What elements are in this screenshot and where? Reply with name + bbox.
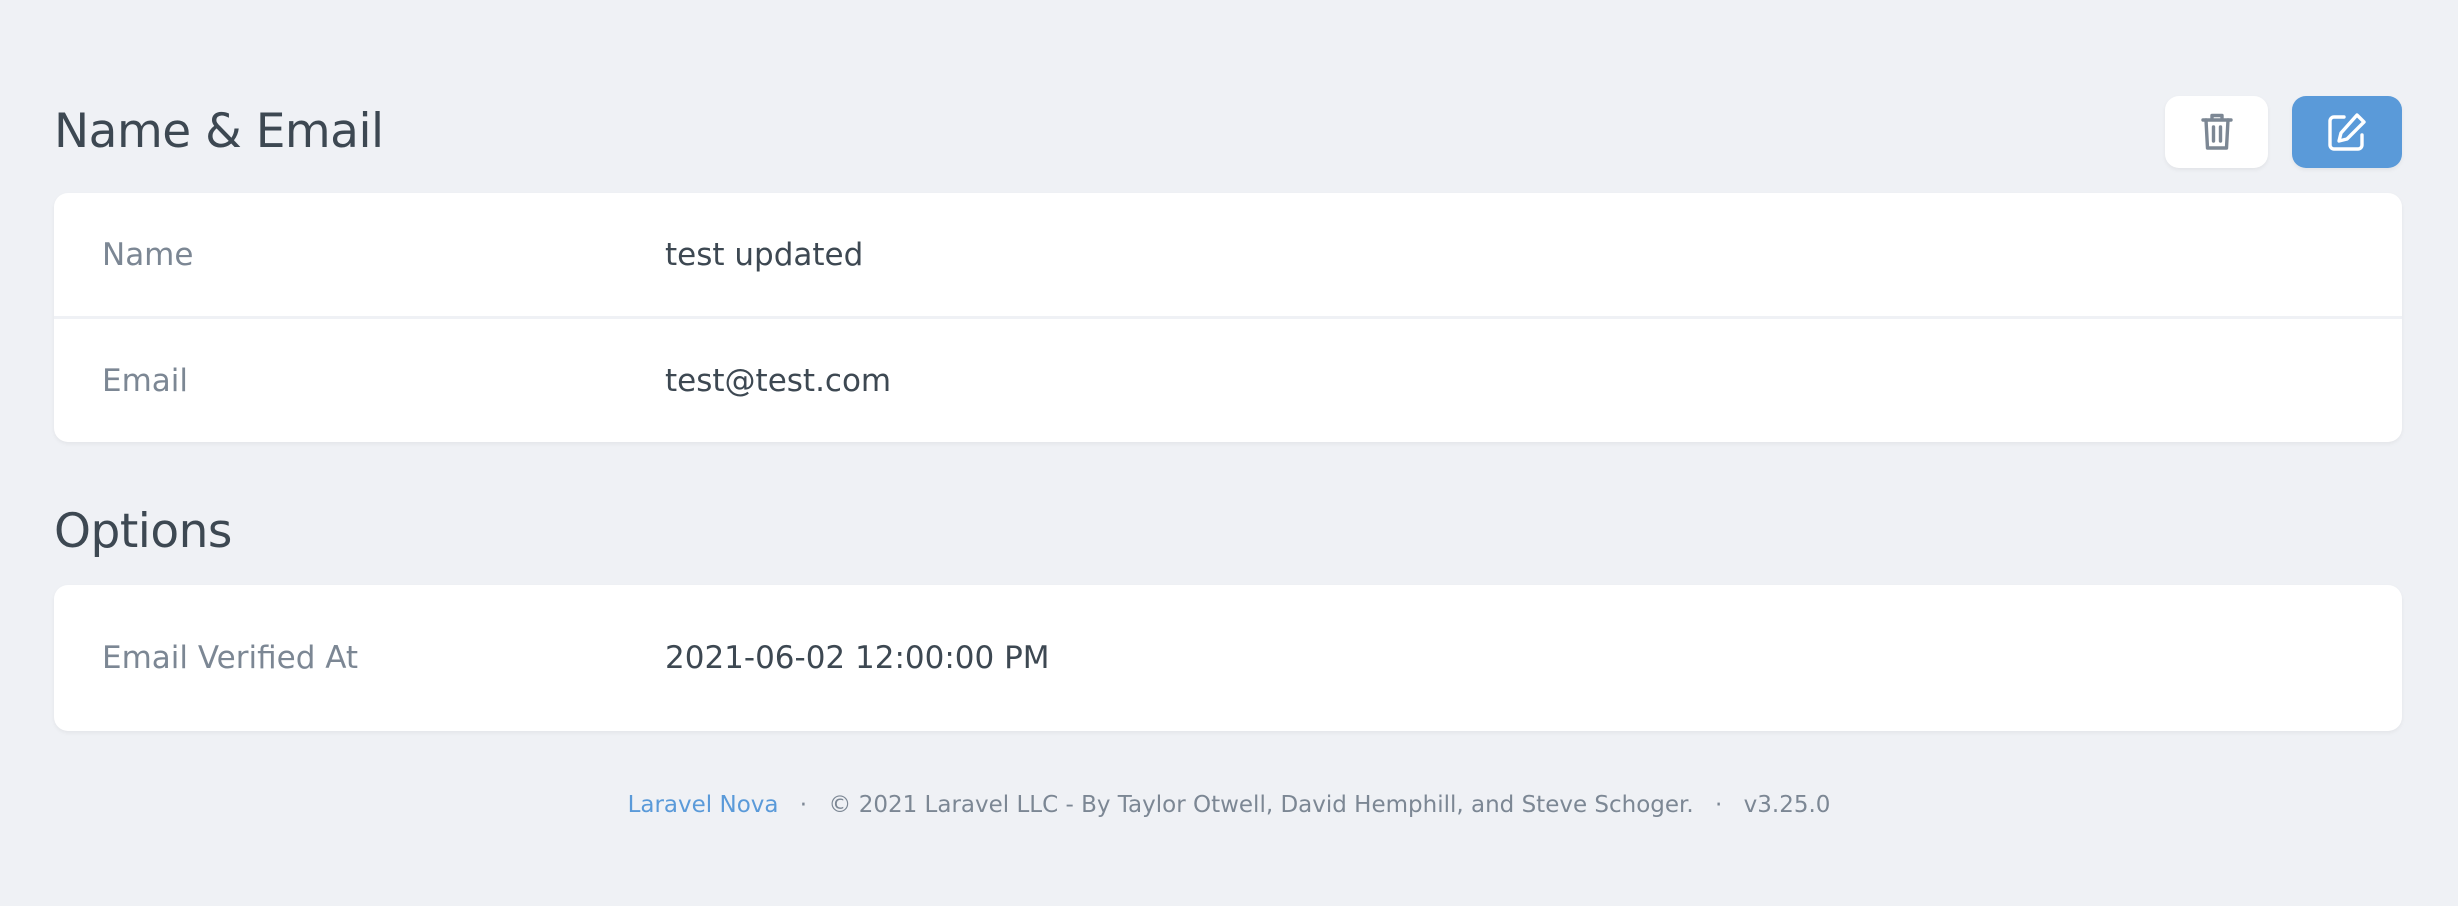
footer: Laravel Nova · © 2021 Laravel LLC - By T…	[0, 792, 2458, 818]
field-value-email-verified-at: 2021-06-02 12:00:00 PM	[665, 640, 1050, 676]
laravel-nova-link[interactable]: Laravel Nova	[628, 792, 779, 818]
field-row-name: Name test updated	[54, 193, 2402, 319]
field-row-email: Email test@test.com	[54, 319, 2402, 442]
field-label-email: Email	[102, 362, 189, 399]
footer-separator: ·	[1715, 792, 1723, 818]
field-value-email: test@test.com	[665, 362, 892, 399]
field-label-email-verified-at: Email Verified At	[102, 640, 359, 676]
name-email-card: Name test updated Email test@test.com	[54, 193, 2402, 442]
options-card: Email Verified At 2021-06-02 12:00:00 PM	[54, 585, 2402, 731]
footer-separator: ·	[799, 792, 808, 818]
delete-button[interactable]	[2165, 96, 2268, 168]
section-title-options: Options	[54, 504, 232, 559]
trash-icon	[2200, 113, 2233, 150]
section-title-name-email: Name & Email	[54, 104, 384, 159]
footer-version: v3.25.0	[1743, 792, 1831, 818]
field-row-email-verified-at: Email Verified At 2021-06-02 12:00:00 PM	[54, 585, 2402, 731]
edit-icon	[2328, 113, 2366, 151]
footer-copyright: © 2021 Laravel LLC - By Taylor Otwell, D…	[828, 792, 1694, 818]
field-label-name: Name	[102, 236, 194, 273]
edit-button[interactable]	[2292, 96, 2402, 168]
resource-detail-page: Name & Email Name test updated Email tes…	[0, 0, 2458, 906]
field-value-name: test updated	[665, 236, 864, 273]
